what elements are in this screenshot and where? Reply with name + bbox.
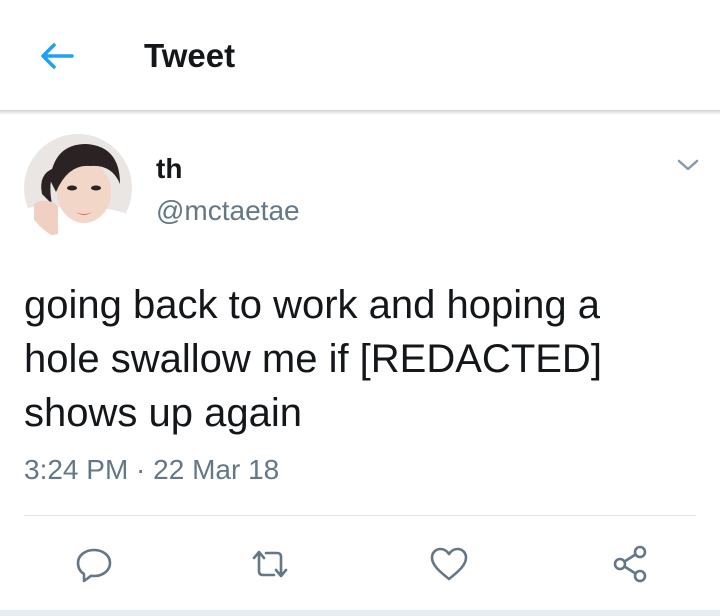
- tweet-text-line: hole swallow me if [REDACTED]: [24, 337, 602, 381]
- page-title: Tweet: [144, 37, 236, 74]
- arrow-left-icon: [41, 43, 74, 69]
- reply-icon: [76, 548, 112, 583]
- share-icon: [613, 545, 647, 583]
- tweet-timestamp: 3:24 PM · 22 Mar 18: [24, 454, 280, 485]
- retweet-button[interactable]: [246, 540, 294, 588]
- top-bar-shadow: [0, 110, 720, 115]
- reply-button[interactable]: [70, 540, 118, 588]
- author-display-name[interactable]: th: [156, 152, 182, 186]
- tweet-text-line: going back to work and hoping a: [24, 283, 600, 327]
- author-handle[interactable]: @mctaetae: [156, 194, 300, 228]
- avatar-photo: [24, 134, 132, 242]
- chevron-down-icon: [677, 159, 699, 171]
- bottom-separator: [0, 610, 720, 616]
- top-bar: Tweet: [0, 0, 720, 110]
- like-button[interactable]: [425, 540, 473, 588]
- share-button[interactable]: [606, 540, 654, 588]
- retweet-icon: [252, 550, 288, 578]
- back-button[interactable]: [32, 34, 80, 78]
- tweet-text-line: shows up again: [24, 391, 302, 435]
- heart-icon: [430, 547, 468, 581]
- avatar[interactable]: [24, 134, 132, 242]
- tweet-text: going back to work and hoping a hole swa…: [24, 278, 694, 440]
- divider: [24, 515, 696, 516]
- tweet-menu-button[interactable]: [670, 150, 706, 180]
